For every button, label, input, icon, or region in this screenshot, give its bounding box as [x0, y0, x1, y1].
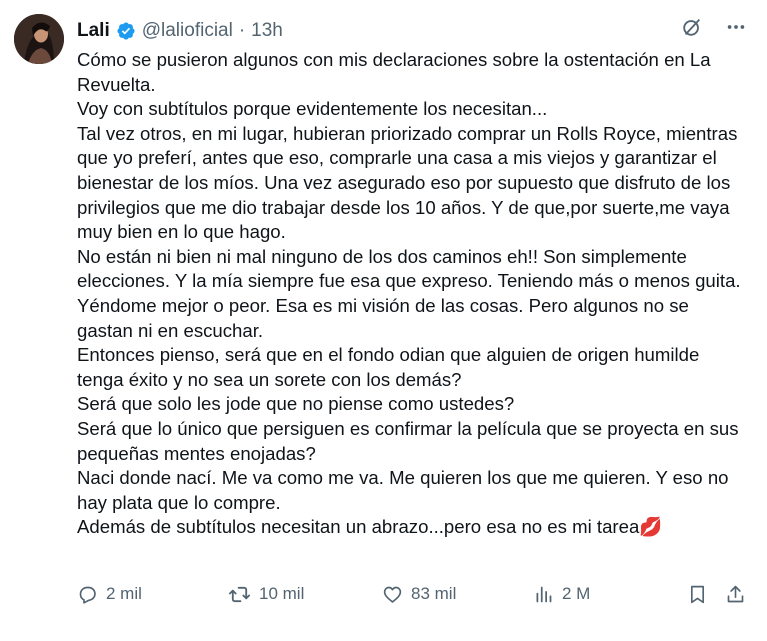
- share-button[interactable]: [725, 584, 746, 605]
- tweet-paragraph: Será que lo único que persiguen es confi…: [77, 417, 739, 464]
- tweet-paragraph: Además de subtítulos necesitan un abrazo…: [77, 516, 663, 538]
- display-name[interactable]: Lali: [77, 20, 110, 42]
- retweet-count: 10 mil: [259, 584, 305, 603]
- user-handle[interactable]: @lalioficial: [142, 20, 233, 42]
- retweet-icon: [228, 583, 251, 606]
- tweet-actions-bar: 2 mil 10 mil 83 mil 2 M: [77, 581, 749, 607]
- more-icon[interactable]: [725, 16, 747, 38]
- views-icon: [533, 584, 554, 605]
- bookmark-icon: [687, 584, 708, 605]
- retweet-button[interactable]: 10 mil: [228, 583, 304, 606]
- tweet-text: Cómo se pusieron algunos con mis declara…: [77, 48, 747, 540]
- grok-icon[interactable]: [681, 16, 703, 38]
- share-icon: [725, 584, 746, 605]
- bookmark-button[interactable]: [687, 584, 708, 605]
- like-button[interactable]: 83 mil: [382, 584, 456, 605]
- views-count: 2 M: [562, 584, 591, 603]
- reply-count: 2 mil: [106, 584, 142, 603]
- heart-icon: [382, 584, 403, 605]
- tweet-paragraph: Naci donde nací. Me va como me va. Me qu…: [77, 467, 729, 513]
- tweet-paragraph: No están ni bien ni mal ninguno de los d…: [77, 245, 741, 341]
- separator-dot: ·: [238, 20, 246, 41]
- header-actions: [681, 16, 747, 38]
- views-button[interactable]: 2 M: [533, 584, 590, 605]
- tweet-paragraph: Tal vez otros, en mi lugar, hubieran pri…: [77, 122, 738, 243]
- like-count: 83 mil: [411, 584, 457, 603]
- tweet-paragraph: Entonces pienso, será que en el fondo od…: [77, 344, 700, 390]
- tweet-paragraph: Voy con subtítulos porque evidentemente …: [77, 98, 548, 120]
- tweet-paragraph: Será que solo les jode que no piense com…: [77, 393, 515, 415]
- tweet-header: Lali @lalioficial · 13h: [77, 18, 283, 44]
- tweet-card: Lali @lalioficial · 13h Cómo se pusieron…: [0, 0, 767, 641]
- verified-badge-icon: [116, 21, 136, 41]
- avatar[interactable]: [14, 14, 64, 64]
- tweet-paragraph: Cómo se pusieron algunos con mis declara…: [77, 49, 711, 95]
- reply-icon: [77, 584, 98, 605]
- reply-button[interactable]: 2 mil: [77, 584, 142, 605]
- timestamp[interactable]: 13h: [251, 20, 283, 42]
